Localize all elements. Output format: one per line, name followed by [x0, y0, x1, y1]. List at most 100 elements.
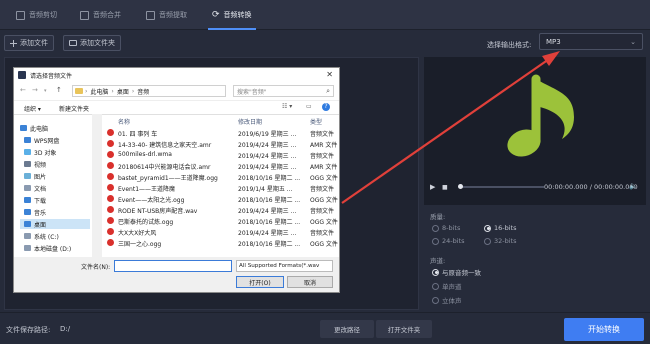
open-folder-button[interactable]: 打开文件夹: [376, 320, 432, 338]
channel-original-radio[interactable]: 与原音频一致: [432, 267, 481, 277]
dialog-search-input[interactable]: 搜索"音频" ⌕: [233, 85, 334, 97]
file-row[interactable]: 500miles-drl.wma 2019/4/24 星期三 ... 音频文件: [102, 150, 339, 160]
quality-16bits-radio[interactable]: 16-bits: [484, 224, 516, 232]
progress-bar[interactable]: [460, 186, 544, 188]
channel-mono-radio[interactable]: 单声道: [432, 281, 462, 291]
file-date: 2019/1/4 星期五 ...: [238, 186, 293, 193]
tab-audio-extract[interactable]: 音频提取: [146, 0, 187, 30]
file-row[interactable]: 01. 四 事列 车 2019/6/19 星期三 ... 音频文件: [102, 128, 339, 138]
quality-32bits-radio[interactable]: 32-bits: [484, 237, 516, 245]
up-arrow-icon[interactable]: ↑: [56, 86, 62, 94]
time-readout: 00:00:00.000 / 00:00:00.000: [544, 183, 638, 191]
column-header-date[interactable]: 修改日期: [238, 117, 262, 126]
tab-audio-merge[interactable]: 音频合并: [80, 0, 121, 30]
picture-icon: [24, 173, 31, 179]
breadcrumb-item[interactable]: 此电脑: [90, 87, 108, 96]
output-format-select[interactable]: MP3 ⌄: [539, 33, 643, 50]
organize-menu[interactable]: 组织 ▾: [24, 104, 41, 113]
dialog-titlebar: 请选择音频文件 ✕: [14, 68, 339, 82]
file-row[interactable]: 三国一之心.ogg 2018/10/16 星期二 ... OGG 文件: [102, 238, 339, 248]
view-options-icon[interactable]: ☷ ▾: [282, 103, 292, 110]
address-bar[interactable]: › 此电脑 › 桌面 › 音频: [72, 85, 226, 97]
column-header-type[interactable]: 类型: [310, 117, 322, 126]
plus-icon: [10, 39, 17, 47]
tree-label: 此电脑: [30, 125, 49, 133]
file-row[interactable]: Event1——王道降魔 2019/1/4 星期五 ... 音频文件: [102, 183, 339, 193]
radio-label: 16-bits: [494, 224, 517, 232]
file-type-value: All Supported Formats(*.wav: [239, 263, 320, 269]
tree-item-wps[interactable]: WPS网盘: [24, 135, 59, 145]
breadcrumb-item[interactable]: 桌面: [117, 87, 129, 96]
radio-selected-icon: [484, 224, 491, 232]
file-row[interactable]: 20180614中兴能源电话会议.amr 2019/4/24 星期三 ... AMR…: [102, 161, 339, 171]
volume-icon[interactable]: 🔈: [629, 182, 638, 190]
tree-scrollbar[interactable]: [92, 114, 101, 257]
add-file-button[interactable]: 添加文件: [4, 35, 54, 51]
help-icon[interactable]: ?: [322, 103, 330, 111]
new-folder-button[interactable]: 新建文件夹: [59, 104, 89, 113]
back-arrow-icon[interactable]: ←: [20, 86, 26, 94]
tab-audio-cut[interactable]: 音频剪切: [16, 0, 57, 30]
filename-input[interactable]: [114, 260, 232, 272]
tree-item-documents[interactable]: 文档: [24, 183, 46, 193]
channel-stereo-radio[interactable]: 立体声: [432, 295, 462, 305]
breadcrumb-item[interactable]: 音频: [137, 87, 149, 96]
tree-item-music[interactable]: 音乐: [24, 207, 46, 217]
tree-item-downloads[interactable]: 下载: [24, 195, 46, 205]
tab-audio-convert[interactable]: ⟳ 音频转换: [208, 0, 256, 30]
radio-label: 与原音频一致: [442, 269, 481, 277]
tab-label: 音频转换: [223, 11, 252, 19]
progress-knob[interactable]: [458, 184, 463, 189]
file-type: 音频文件: [310, 131, 335, 138]
file-date: 2019/4/24 星期三 ...: [238, 153, 297, 160]
search-placeholder: 搜索"音频": [237, 88, 267, 96]
tree-item-video[interactable]: 视频: [24, 159, 46, 169]
drive-icon: [24, 245, 31, 251]
bottom-bar: 文件保存路径: D:/ 更改路径 打开文件夹 开始转换: [0, 312, 650, 344]
file-date: 2019/6/19 星期三 ...: [238, 131, 297, 138]
file-row[interactable]: 大X大X好大风 2019/4/24 星期三 ... 音频文件: [102, 227, 339, 237]
file-type: OGG 文件: [310, 219, 338, 226]
tree-item-drive-c[interactable]: 系统 (C:): [24, 231, 59, 241]
play-icon[interactable]: ▶: [430, 183, 435, 191]
audio-file-icon: [107, 140, 114, 147]
file-row[interactable]: 巴斯泰托的试炼.ogg 2018/10/16 星期二 ... OGG 文件: [102, 216, 339, 226]
file-name: 巴斯泰托的试炼.ogg: [118, 219, 174, 226]
column-header-name[interactable]: 名称: [118, 117, 130, 126]
add-file-label: 添加文件: [20, 39, 48, 47]
file-name: Event1——王道降魔: [118, 186, 176, 193]
download-icon: [24, 197, 31, 203]
filename-label: 文件名(N):: [81, 264, 111, 271]
change-path-button[interactable]: 更改路径: [320, 320, 374, 338]
file-type: 音频文件: [310, 186, 335, 193]
file-row[interactable]: 14-33-40- 建筑信息之家天空.amr 2019/4/24 星期三 ... A…: [102, 139, 339, 149]
file-row[interactable]: RODE NT-USB房声配音.wav 2019/4/24 星期三 ... 音频文件: [102, 205, 339, 215]
recent-chevron-icon[interactable]: ▾: [44, 88, 47, 94]
cancel-button[interactable]: 取消: [287, 276, 333, 288]
file-row[interactable]: Event——太阳之光.ogg 2018/10/16 星期二 ... OGG 文件: [102, 194, 339, 204]
tree-label: 文档: [34, 185, 47, 193]
forward-arrow-icon[interactable]: →: [32, 86, 38, 94]
file-name: 大X大X好大风: [118, 230, 157, 237]
preview-pane-icon[interactable]: ▭: [306, 103, 312, 110]
radio-label: 32-bits: [494, 237, 517, 245]
add-folder-button[interactable]: 添加文件夹: [63, 35, 121, 51]
tree-item-this-pc[interactable]: 此电脑: [20, 123, 48, 133]
file-row[interactable]: bastet_pyramid1——王道降魔.ogg 2018/10/16 星期二 …: [102, 172, 339, 182]
top-tab-bar: 音频剪切 音频合并 音频提取 ⟳ 音频转换: [0, 0, 650, 30]
dialog-navbar: ← → ▾ ↑ › 此电脑 › 桌面 › 音频 搜索"音频" ⌕: [14, 82, 339, 100]
tree-item-3d[interactable]: 3D 对象: [24, 147, 56, 157]
quality-8bits-radio[interactable]: 8-bits: [432, 224, 460, 232]
tree-item-pictures[interactable]: 图片: [24, 171, 46, 181]
pc-icon: [20, 125, 27, 131]
quality-24bits-radio[interactable]: 24-bits: [432, 237, 464, 245]
save-path-value: D:/: [60, 325, 71, 333]
tree-item-desktop[interactable]: 桌面: [20, 219, 90, 229]
start-convert-button[interactable]: 开始转换: [564, 318, 644, 341]
tree-item-drive-d[interactable]: 本地磁盘 (D:): [24, 243, 71, 253]
file-type-select[interactable]: All Supported Formats(*.wav: [236, 260, 333, 272]
close-icon[interactable]: ✕: [326, 70, 333, 79]
open-button[interactable]: 打开(O): [236, 276, 284, 288]
audio-file-icon: [107, 195, 114, 202]
stop-icon[interactable]: ■: [442, 184, 448, 191]
